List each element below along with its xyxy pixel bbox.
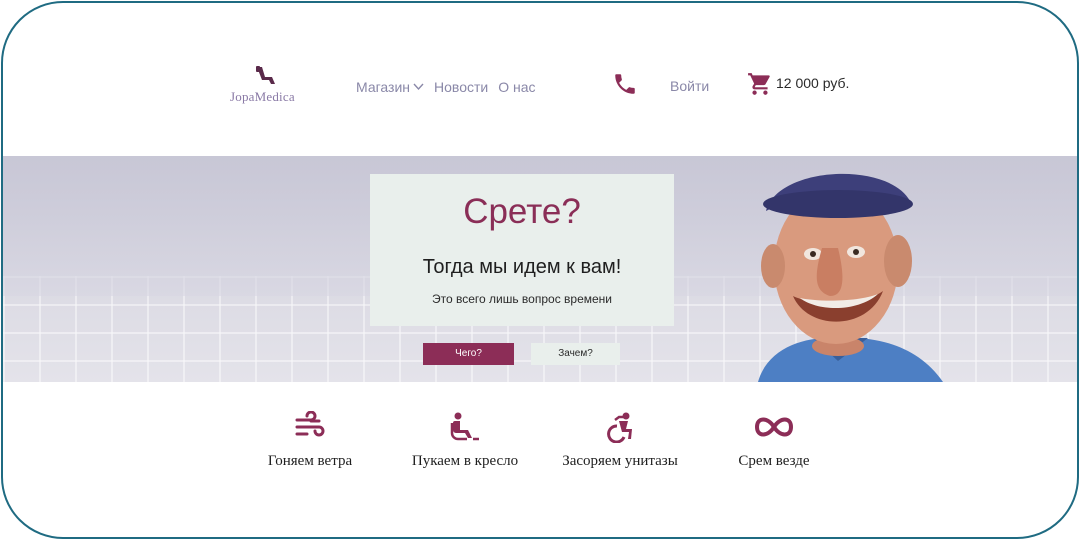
wheelchair-icon <box>607 412 632 443</box>
seated-person-icon <box>450 412 479 441</box>
hero-secondary-button[interactable]: Зачем? <box>531 343 620 365</box>
feature-label: Пукаем в кресло <box>411 453 519 469</box>
hero-card: Срете? Тогда мы идем к вам! Это всего ли… <box>370 174 674 326</box>
hero-subtitle: Тогда мы идем к вам! <box>422 256 622 278</box>
feature-label: Гоняем ветра <box>267 453 353 469</box>
wind-icon <box>295 411 325 437</box>
chevron-down-icon <box>413 83 424 91</box>
feature-infinity: Срем везде <box>704 411 844 470</box>
phone-button[interactable] <box>612 71 638 97</box>
cart-icon <box>748 73 770 95</box>
feature-wind: Гоняем ветра <box>240 411 380 470</box>
hero-banner: Срете? Тогда мы идем к вам! Это всего ли… <box>3 156 1077 382</box>
feature-label: Срем везде <box>738 453 810 469</box>
hero-title: Срете? <box>463 192 581 231</box>
infinity-icon <box>754 417 794 437</box>
cart-total: 12 000 руб. <box>776 75 850 91</box>
caricature-figure <box>758 173 943 382</box>
feature-label: Засоряем унитазы <box>562 453 678 469</box>
page-frame: JopaMedica Магазин Новости О нас Войти 1… <box>1 1 1079 539</box>
cart-button[interactable] <box>747 71 773 97</box>
main-nav: Магазин Новости О нас <box>356 77 536 97</box>
chair-icon <box>256 66 275 84</box>
feature-wheelchair: Засоряем унитазы <box>550 411 690 470</box>
phone-icon <box>615 74 635 94</box>
nav-item-shop[interactable]: Магазин <box>356 79 424 95</box>
nav-item-about[interactable]: О нас <box>498 79 535 95</box>
hero-primary-button[interactable]: Чего? <box>423 343 514 365</box>
login-link[interactable]: Войти <box>670 78 709 94</box>
feature-seated: Пукаем в кресло <box>395 411 535 470</box>
nav-item-news[interactable]: Новости <box>434 79 488 95</box>
hero-note: Это всего лишь вопрос времени <box>431 292 613 306</box>
nav-item-shop-label: Магазин <box>356 79 411 95</box>
logo-text: JopaMedica <box>230 89 295 104</box>
logo[interactable]: JopaMedica <box>228 65 308 107</box>
